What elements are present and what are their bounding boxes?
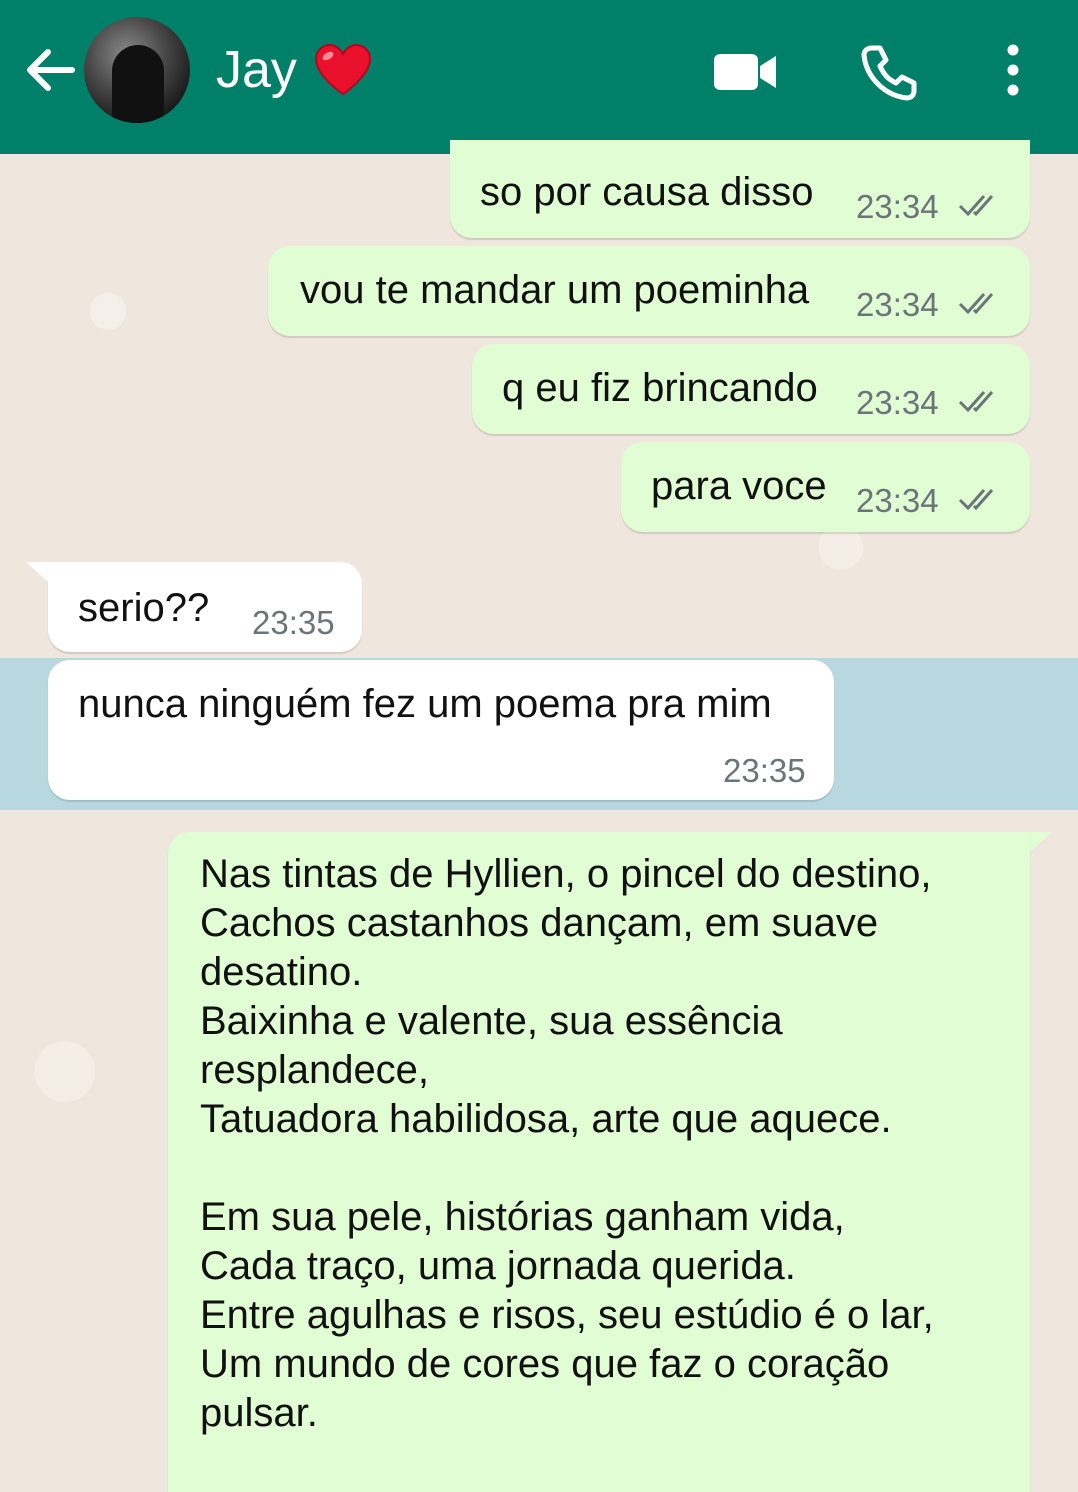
back-button[interactable] (20, 40, 80, 100)
poem-line: Um mundo de cores que faz o coração (200, 1342, 890, 1386)
message-time: 23:34 (856, 384, 939, 421)
bubble-tail (1030, 832, 1052, 852)
message-bubble-outgoing[interactable]: para voce 23:34 (621, 442, 1030, 532)
arrow-left-icon (27, 49, 75, 91)
message-text: q eu fiz brincando (502, 366, 818, 410)
poem-line: Em sua pele, histórias ganham vida, (200, 1195, 845, 1239)
poem-line: Entre agulhas e risos, seu estúdio é o l… (200, 1293, 934, 1337)
message-text: so por causa disso (480, 170, 814, 214)
avatar[interactable] (84, 17, 190, 123)
message-bubble-outgoing[interactable]: q eu fiz brincando 23:34 (472, 344, 1030, 434)
message-time: 23:35 (252, 604, 335, 641)
message-time: 23:35 (723, 752, 806, 789)
chat-header: Jay (0, 0, 1078, 154)
read-ticks-icon (958, 195, 994, 217)
message-text: vou te mandar um poeminha (300, 268, 810, 312)
avatar-silhouette (112, 45, 164, 123)
message-bubble-outgoing[interactable]: so por causa disso 23:34 (450, 140, 1030, 238)
more-vert-icon[interactable] (998, 40, 1028, 100)
poem-line: pulsar. (200, 1391, 318, 1435)
read-ticks-icon (958, 293, 994, 315)
heart-icon (314, 43, 372, 96)
poem-line: Baixinha e valente, sua essência (200, 999, 783, 1043)
video-call-icon[interactable] (710, 50, 780, 94)
poem-line: desatino. (200, 950, 363, 994)
poem-line: Cada traço, uma jornada querida. (200, 1244, 796, 1288)
poem-line: Cachos castanhos dançam, em suave (200, 901, 879, 945)
bubble-tail (26, 562, 48, 582)
message-text: para voce (651, 464, 827, 508)
message-time: 23:34 (856, 482, 939, 519)
message-bubble-outgoing[interactable]: vou te mandar um poeminha 23:34 (268, 246, 1030, 336)
poem-line: Nas tintas de Hyllien, o pincel do desti… (200, 852, 932, 896)
message-time: 23:34 (856, 286, 939, 323)
phone-icon[interactable] (858, 42, 918, 102)
contact-name[interactable]: Jay (216, 38, 297, 102)
poem-line: Tatuadora habilidosa, arte que aquece. (200, 1097, 892, 1141)
message-time: 23:34 (856, 188, 939, 225)
read-ticks-icon (958, 489, 994, 511)
message-text: serio?? (78, 586, 210, 630)
read-ticks-icon (958, 391, 994, 413)
message-bubble-incoming-selected[interactable]: nunca ninguém fez um poema pra mim 23:35 (48, 660, 834, 800)
message-bubble-outgoing-poem[interactable]: Nas tintas de Hyllien, o pincel do desti… (168, 832, 1030, 1492)
poem-line: resplandece, (200, 1048, 430, 1092)
message-bubble-incoming[interactable]: serio?? 23:35 (48, 562, 362, 652)
message-text: nunca ninguém fez um poema pra mim (78, 682, 772, 726)
